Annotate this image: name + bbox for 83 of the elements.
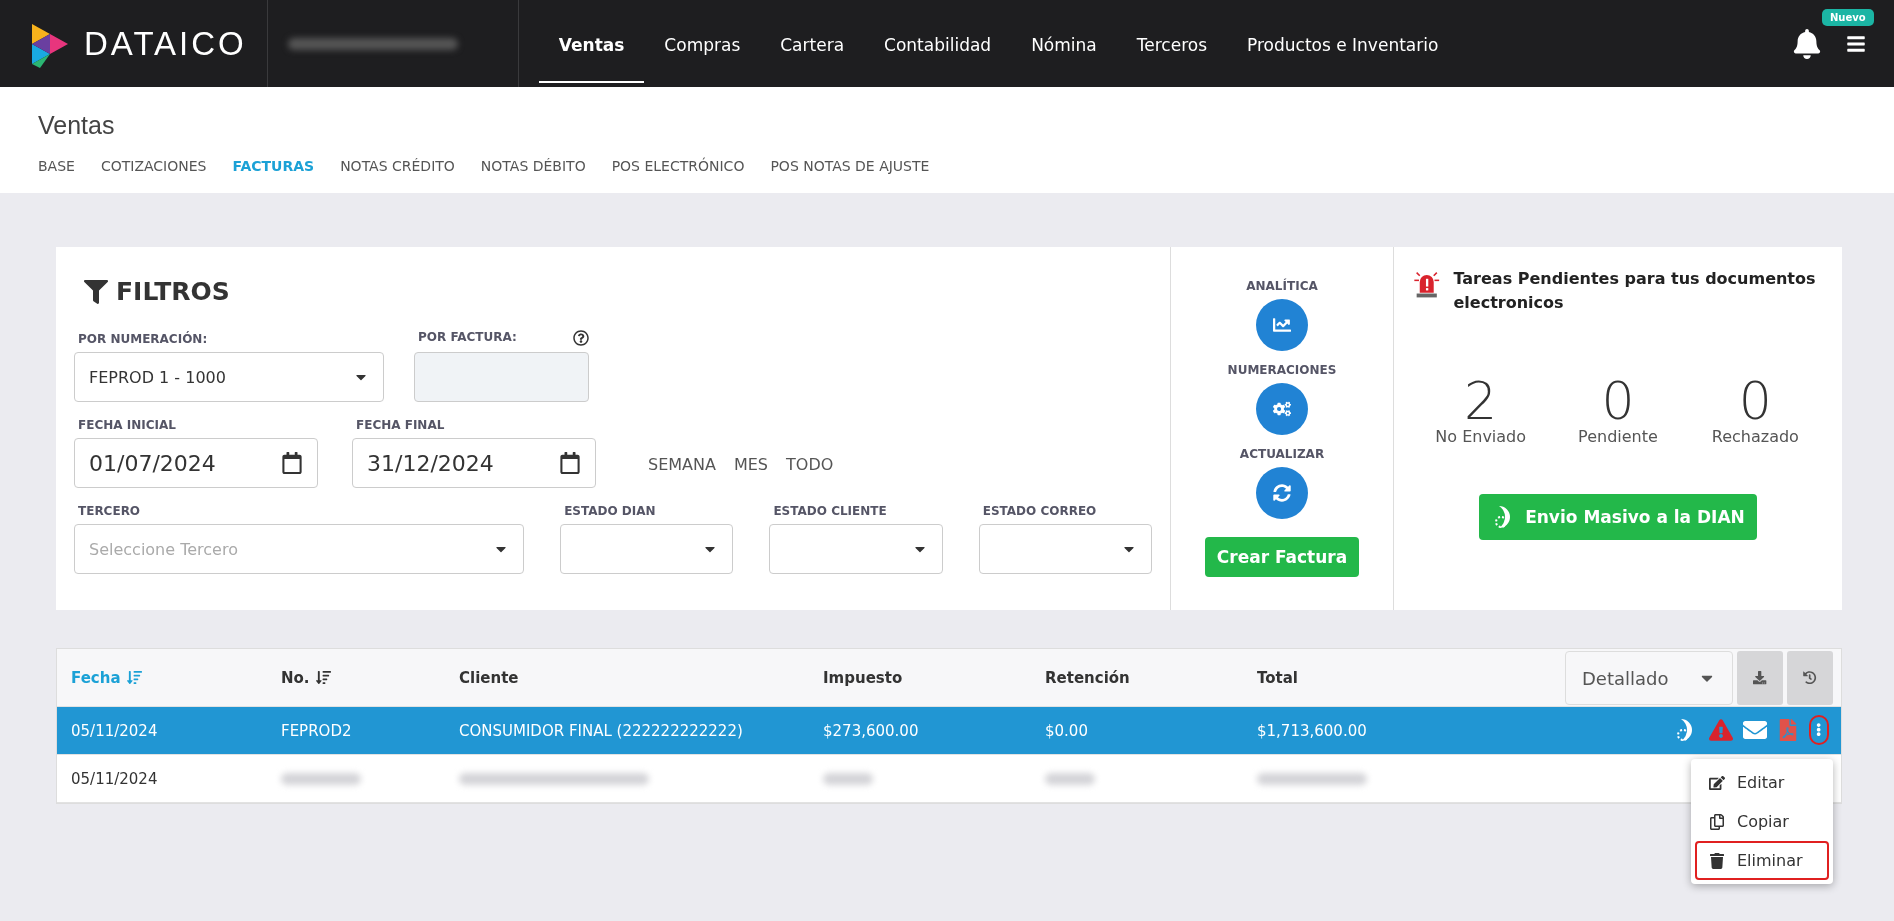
tab[interactable]: POS NOTAS DE AJUSTE <box>770 158 930 174</box>
brand-name: DATAICO <box>84 24 247 63</box>
filters-title: FILTROS <box>116 277 230 306</box>
menu-item[interactable]: Copiar <box>1695 802 1829 841</box>
nav-link[interactable]: Ventas <box>538 4 645 83</box>
start-date-field[interactable]: 01/07/2024 <box>74 438 318 488</box>
page-title: Ventas <box>38 111 116 140</box>
column-header: Impuesto <box>823 668 903 687</box>
table-cell: $0.00 <box>1045 721 1088 740</box>
menu-item[interactable]: Eliminar <box>1695 841 1829 880</box>
mail-icon[interactable] <box>1743 718 1767 742</box>
nav-link[interactable]: Compras <box>644 4 761 83</box>
table-cell: CONSUMIDOR FINAL (222222222222) <box>459 721 743 740</box>
blurred-text <box>823 772 873 785</box>
field-label: POR FACTURA: <box>418 330 517 346</box>
menu-icon[interactable] <box>1846 33 1866 54</box>
refresh-icon <box>1273 484 1291 502</box>
invoice-input[interactable] <box>414 352 589 402</box>
action-label: ANALÍTICA <box>1246 279 1318 293</box>
menu-item[interactable]: Editar <box>1695 763 1829 802</box>
nav-link[interactable]: Productos e Inventario <box>1227 4 1459 83</box>
tab[interactable]: COTIZACIONES <box>100 158 207 174</box>
history-icon <box>1803 671 1817 685</box>
field-label: FECHA INICIAL <box>78 418 177 432</box>
column-header: Retención <box>1045 668 1130 687</box>
range-link[interactable]: SEMANA <box>648 455 716 474</box>
tab[interactable]: NOTAS DÉBITO <box>480 158 586 174</box>
range-link[interactable]: MES <box>733 455 768 474</box>
filter-icon <box>84 279 108 304</box>
more-button[interactable] <box>1809 715 1829 745</box>
edit-icon <box>1709 774 1725 791</box>
history-button[interactable] <box>1787 651 1833 705</box>
table-cell: 05/11/2024 <box>71 721 158 740</box>
count-label: Pendiente <box>1577 427 1659 446</box>
sort-icon <box>315 670 331 685</box>
nav-link[interactable]: Nómina <box>1011 4 1117 83</box>
field-label: FECHA FINAL <box>356 418 446 432</box>
sort-icon <box>126 670 142 685</box>
count-label: No Enviado <box>1434 427 1528 446</box>
view-select[interactable]: Detallado <box>1565 651 1733 705</box>
gears-button[interactable] <box>1256 383 1308 435</box>
table-cell: $273,600.00 <box>823 721 919 740</box>
trash-icon <box>1709 852 1725 869</box>
field-label: POR NUMERACIÓN: <box>78 332 209 346</box>
end-date-field[interactable]: 31/12/2024 <box>352 438 596 488</box>
nav-link[interactable]: Cartera <box>760 4 865 83</box>
numeration-select[interactable]: FEPROD 1 - 1000 <box>74 352 384 402</box>
count-value: 0 <box>1601 375 1635 427</box>
tab[interactable]: POS ELECTRÓNICO <box>611 158 745 174</box>
action-label: NUMERACIONES <box>1227 363 1337 377</box>
nav-link[interactable]: Contabilidad <box>864 4 1012 83</box>
table-cell: $1,713,600.00 <box>1257 721 1367 740</box>
column-header: Total <box>1257 668 1298 687</box>
field-label: ESTADO DIAN <box>564 504 657 518</box>
field-label: ESTADO CORREO <box>982 504 1098 518</box>
chart-button[interactable] <box>1256 299 1308 351</box>
field-label: ESTADO CLIENTE <box>773 504 888 518</box>
download-icon <box>1753 671 1767 685</box>
bell-icon[interactable] <box>1792 28 1822 59</box>
blurred-text <box>1045 772 1095 785</box>
help-icon[interactable] <box>573 330 589 346</box>
column-header[interactable]: No. <box>281 668 331 687</box>
download-button[interactable] <box>1737 651 1783 705</box>
count-value: 0 <box>1738 375 1772 427</box>
copy-icon <box>1709 813 1725 830</box>
tab[interactable]: NOTAS CRÉDITO <box>340 158 455 174</box>
gears-icon <box>1273 400 1291 418</box>
refresh-button[interactable] <box>1256 467 1308 519</box>
column-header: Cliente <box>459 668 519 687</box>
count-label: Rechazado <box>1710 427 1800 446</box>
tab[interactable]: BASE <box>38 158 75 174</box>
new-badge: Nuevo <box>1822 8 1874 26</box>
action-label: ACTUALIZAR <box>1239 447 1325 461</box>
field-label: TERCERO <box>78 504 142 518</box>
calendar-icon <box>559 452 581 474</box>
count-value: 2 <box>1464 375 1498 427</box>
table-cell: FEPROD2 <box>281 721 352 740</box>
chart-icon <box>1273 316 1291 334</box>
pending-tasks-title: Tareas Pendientes para tus documentos electronicos <box>1453 268 1817 314</box>
table-cell: 05/11/2024 <box>71 769 158 788</box>
range-link[interactable]: TODO <box>786 455 834 474</box>
calendar-icon <box>281 452 303 474</box>
nav-link[interactable]: Terceros <box>1116 4 1227 83</box>
